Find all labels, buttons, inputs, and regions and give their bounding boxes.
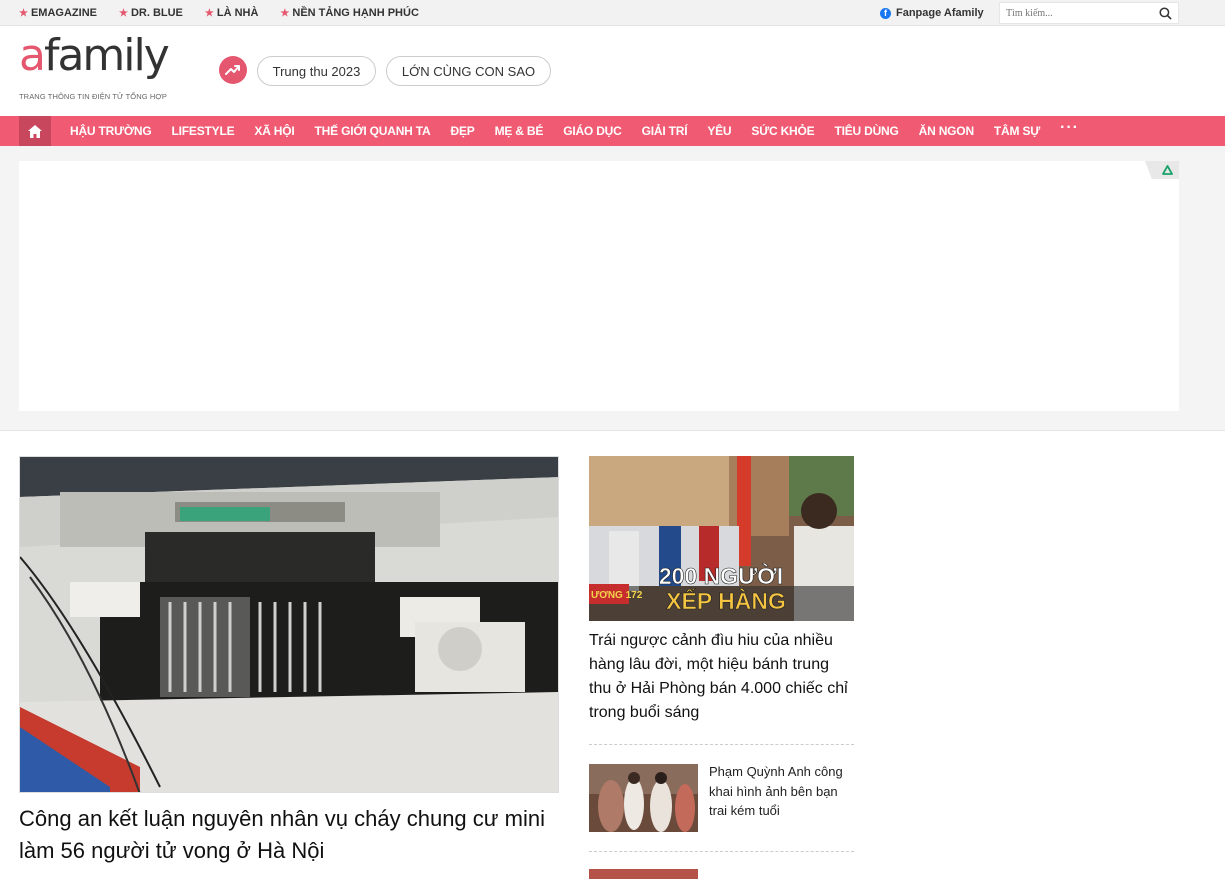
fanpage-label: Fanpage Afamily bbox=[896, 7, 984, 19]
nav-item-tam-su[interactable]: TÂM SỰ bbox=[984, 124, 1050, 138]
nav-item-hau-truong[interactable]: HẬU TRƯỜNG bbox=[60, 124, 162, 138]
star-icon: ★ bbox=[19, 8, 28, 19]
nav-item-yeu[interactable]: YÊU bbox=[697, 124, 741, 138]
nav-item-lifestyle[interactable]: LIFESTYLE bbox=[162, 124, 245, 138]
nav-more-button[interactable]: ··· bbox=[1050, 120, 1089, 136]
nav-item-the-gioi-quanh-ta[interactable]: THẾ GIỚI QUANH TA bbox=[305, 124, 441, 138]
main-nav: HẬU TRƯỜNG LIFESTYLE XÃ HỘI THẾ GIỚI QUA… bbox=[0, 116, 1225, 146]
couple-photo bbox=[589, 764, 698, 832]
divider bbox=[589, 744, 854, 745]
ad-banner[interactable] bbox=[19, 161, 1179, 411]
trending-tag-trung-thu[interactable]: Trung thu 2023 bbox=[257, 56, 376, 86]
ad-zone bbox=[0, 146, 1225, 431]
small-article-title[interactable]: Phạm Quỳnh Anh công khai hình ảnh bên bạ… bbox=[709, 762, 854, 821]
search-box bbox=[999, 2, 1179, 24]
logo-tagline: TRANG THÔNG TIN ĐIỆN TỬ TỔNG HỢP bbox=[19, 92, 167, 101]
main-article-title[interactable]: Công an kết luận nguyên nhân vụ cháy chu… bbox=[19, 803, 559, 867]
top-link-nen-tang-hanh-phuc[interactable]: ★ NỀN TẢNG HẠNH PHÚC bbox=[280, 7, 418, 19]
top-link-la-nha[interactable]: ★ LÀ NHÀ bbox=[205, 7, 259, 19]
home-button[interactable] bbox=[19, 116, 51, 146]
next-article-image[interactable] bbox=[589, 869, 698, 879]
search-input[interactable] bbox=[1000, 7, 1150, 19]
top-link-dr-blue[interactable]: ★ DR. BLUE bbox=[119, 7, 183, 19]
queue-photo: ƯƠNG 172 200 NGƯỜI XẾP HÀNG bbox=[589, 456, 854, 621]
fanpage-link[interactable]: f Fanpage Afamily bbox=[880, 0, 984, 26]
nav-item-xa-hoi[interactable]: XÃ HỘI bbox=[244, 124, 304, 138]
facebook-icon: f bbox=[880, 7, 891, 19]
top-link-emagazine[interactable]: ★ EMAGAZINE bbox=[19, 7, 97, 19]
fire-building-photo bbox=[20, 457, 558, 792]
star-icon: ★ bbox=[280, 8, 290, 19]
shop-sign-text: ƯƠNG 172 bbox=[591, 590, 643, 601]
top-link-label: NỀN TẢNG HẠNH PHÚC bbox=[292, 7, 419, 19]
image-overlay-line1: 200 NGƯỜI bbox=[659, 562, 783, 589]
small-article-image[interactable] bbox=[589, 764, 698, 832]
side-article-image[interactable]: ƯƠNG 172 200 NGƯỜI XẾP HÀNG bbox=[589, 456, 854, 621]
site-logo[interactable]: afamily TRANG THÔNG TIN ĐIỆN TỬ TỔNG HỢP bbox=[19, 34, 179, 106]
top-links: ★ EMAGAZINE ★ DR. BLUE ★ LÀ NHÀ ★ NỀN TẢNG H… bbox=[19, 0, 419, 26]
divider bbox=[589, 851, 854, 852]
side-article-title[interactable]: Trái ngược cảnh đìu hiu của nhiều hàng l… bbox=[589, 629, 854, 725]
trending-tag-lon-cung-con-sao[interactable]: LỚN CÙNG CON SAO bbox=[386, 56, 551, 86]
top-link-label: LÀ NHÀ bbox=[216, 7, 259, 19]
image-overlay-line2: XẾP HÀNG bbox=[666, 587, 786, 614]
logo-accent: a bbox=[19, 30, 46, 81]
top-bar: ★ EMAGAZINE ★ DR. BLUE ★ LÀ NHÀ ★ NỀN TẢNG H… bbox=[0, 0, 1225, 26]
nav-item-an-ngon[interactable]: ĂN NGON bbox=[909, 124, 984, 138]
nav-item-me-be[interactable]: MẸ & BÉ bbox=[485, 124, 554, 138]
nav-item-dep[interactable]: ĐẸP bbox=[441, 124, 485, 138]
nav-item-tieu-dung[interactable]: TIÊU DÙNG bbox=[824, 124, 908, 138]
main-article-image[interactable] bbox=[19, 456, 559, 793]
logo-rest: family bbox=[43, 30, 170, 81]
nav-item-giao-duc[interactable]: GIÁO DỤC bbox=[553, 124, 631, 138]
nav-item-giai-tri[interactable]: GIẢI TRÍ bbox=[632, 124, 698, 138]
logo-wordmark: afamily bbox=[19, 34, 170, 78]
home-icon bbox=[28, 124, 42, 138]
top-link-label: EMAGAZINE bbox=[30, 7, 97, 19]
star-icon: ★ bbox=[204, 8, 214, 19]
trending-icon bbox=[219, 56, 247, 84]
adchoices-icon[interactable] bbox=[1145, 161, 1179, 179]
search-icon[interactable] bbox=[1159, 7, 1172, 20]
top-link-label: DR. BLUE bbox=[130, 7, 183, 19]
nav-item-suc-khoe[interactable]: SỨC KHỎE bbox=[741, 124, 824, 138]
star-icon: ★ bbox=[118, 8, 128, 19]
